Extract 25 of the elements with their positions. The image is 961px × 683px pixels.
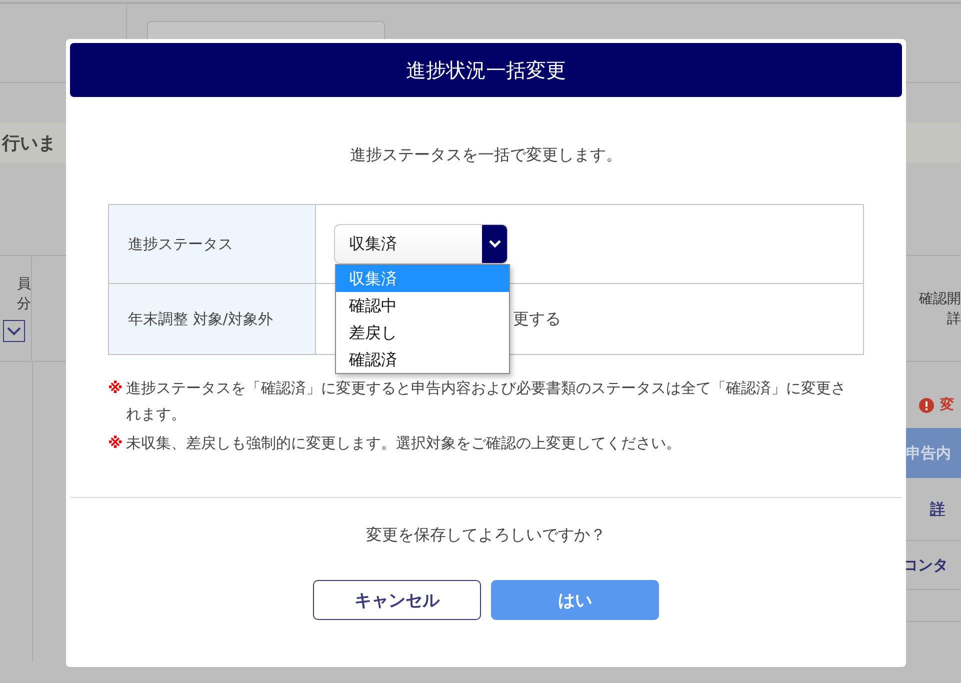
dropdown-option[interactable]: 差戻し [336,319,509,346]
alert-text: 変 [940,396,954,414]
form-value: 更する [513,308,561,330]
column-header: 分 [17,295,31,314]
dialog-message: 進捗ステータスを一括で変更します。 [349,144,623,166]
form-label: 進捗ステータス [109,205,316,283]
alert-icon [919,398,934,412]
note-mark: ※ [108,433,124,454]
column-header: 確認開 [919,290,961,308]
banner-text: 行いま [0,132,56,155]
note-text: 進捗ステータスを「確認済」に変更すると申告内容および必要書類のステータスは全て「確認済」に変更されます。 [126,378,847,425]
note-mark: ※ [108,378,124,399]
form-label: 年末調整 対象/対象外 [109,284,316,354]
detail-link[interactable]: 詳 [930,500,945,518]
status-select[interactable]: 収集済 [334,224,508,264]
column-header: 詳 [947,310,961,328]
chevron-down-icon [488,240,500,248]
confirm-question: 変更を保存してよろしいですか？ [365,525,607,546]
dialog-title: 進捗状況一括変更 [70,43,902,97]
note-text: 未収集、差戻しも強制的に変更します。選択対象をご確認の上変更してください。 [126,433,681,454]
column-header: 員 [17,275,31,294]
chevron-down-icon[interactable] [3,320,25,342]
dropdown-option[interactable]: 確認中 [336,292,509,319]
dropdown-option[interactable]: 確認済 [336,346,509,373]
cancel-button[interactable]: キャンセル [313,580,481,620]
